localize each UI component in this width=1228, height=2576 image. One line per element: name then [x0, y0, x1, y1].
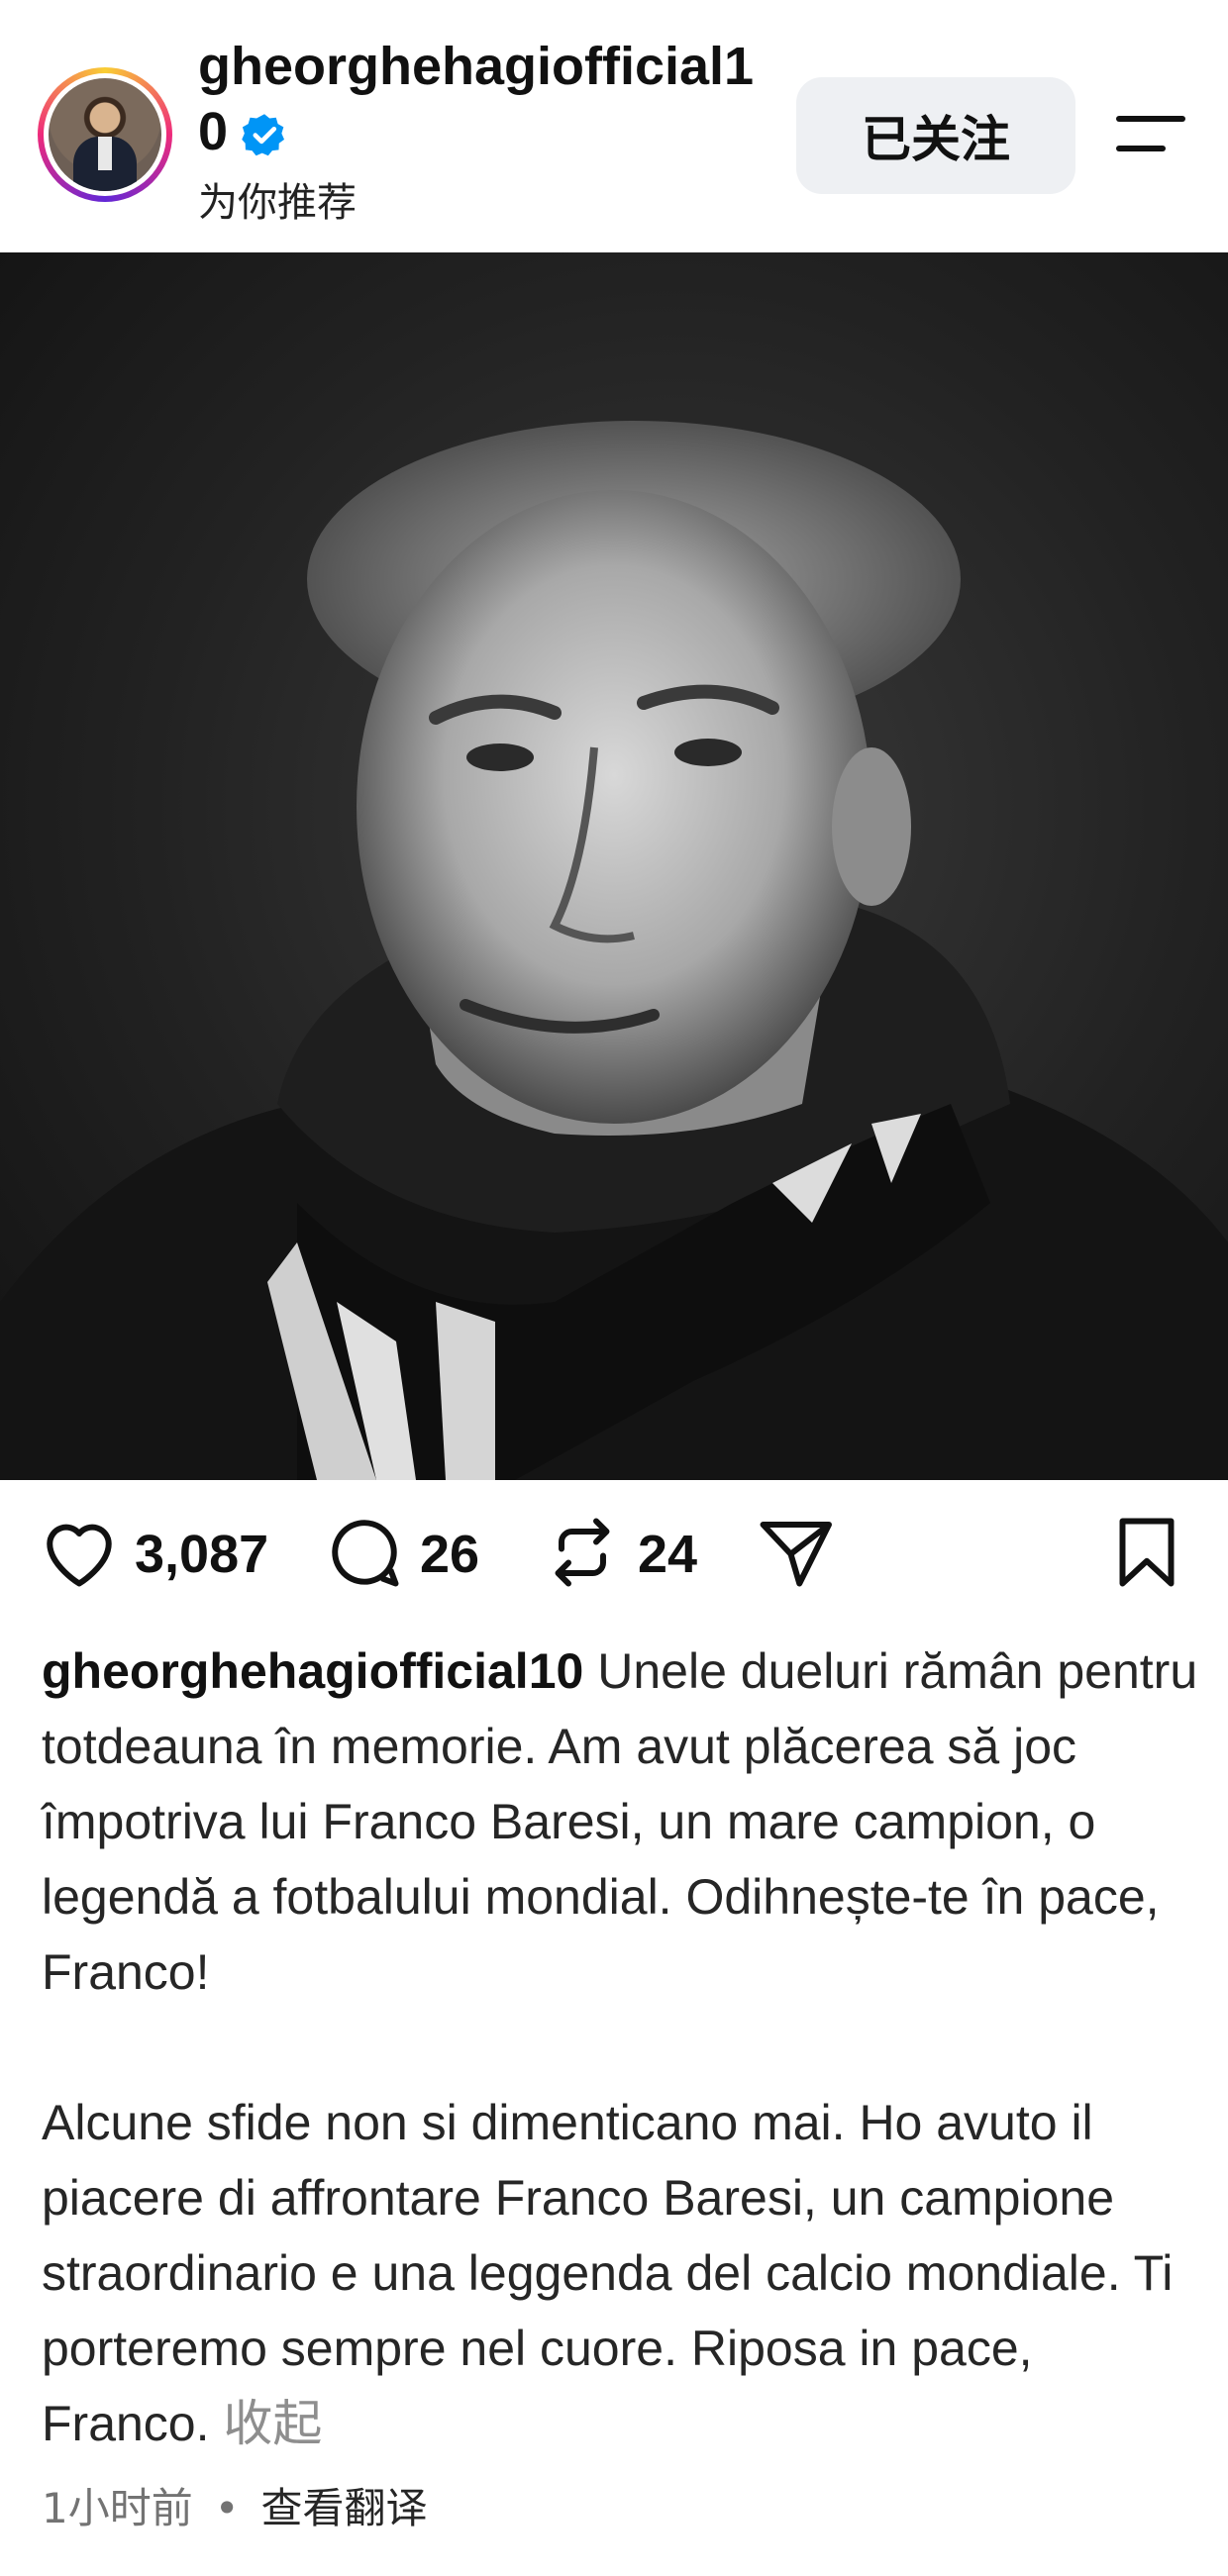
save-action[interactable]: [1105, 1515, 1188, 1594]
comment-count[interactable]: 26: [420, 1524, 479, 1585]
caption-username[interactable]: gheorghehagiofficial10: [42, 1643, 583, 1699]
post-header: gheorghehagiofficial10 为你推荐 已关注: [0, 0, 1228, 252]
username-row[interactable]: gheorghehagiofficial10: [198, 34, 772, 164]
send-icon[interactable]: [753, 1511, 836, 1598]
verified-badge-icon: [242, 107, 287, 156]
following-button[interactable]: 已关注: [796, 77, 1075, 194]
recommendation-label: 为你推荐: [198, 180, 357, 226]
repost-count[interactable]: 24: [638, 1524, 697, 1585]
post-caption: gheorghehagiofficial10 Unele dueluri răm…: [42, 1634, 1200, 2461]
menu-icon[interactable]: [1115, 111, 1186, 156]
repost-icon[interactable]: [541, 1511, 624, 1598]
collapse-link[interactable]: 收起: [223, 2396, 322, 2451]
like-action[interactable]: 3,087: [38, 1515, 268, 1594]
post-meta: 1小时前 • 查看翻译: [42, 2475, 428, 2535]
post-actions: 3,087 26 24: [0, 1515, 1228, 1594]
repost-action[interactable]: 24: [541, 1515, 697, 1594]
share-action[interactable]: [753, 1515, 836, 1594]
see-translation-link[interactable]: 查看翻译: [261, 2484, 428, 2532]
story-ring[interactable]: [38, 67, 172, 202]
post-image[interactable]: [0, 252, 1228, 1480]
avatar[interactable]: [49, 78, 161, 191]
caption-paragraph-2: Alcune sfide non si dimenticano mai. Ho …: [42, 2095, 1187, 2451]
comment-action[interactable]: 26: [323, 1515, 479, 1594]
like-count[interactable]: 3,087: [135, 1524, 268, 1585]
comment-icon[interactable]: [323, 1511, 406, 1598]
post-time: 1小时前: [42, 2484, 193, 2532]
bookmark-icon[interactable]: [1105, 1511, 1188, 1598]
heart-icon[interactable]: [38, 1511, 121, 1598]
meta-separator: •: [214, 2484, 240, 2532]
